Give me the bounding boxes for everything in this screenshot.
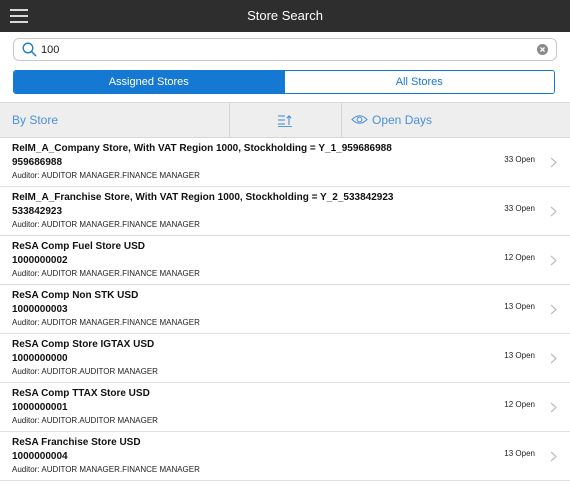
chevron-right-icon <box>550 206 557 217</box>
list-item[interactable]: ReIM_A_Franchise Store, With VAT Region … <box>0 187 570 236</box>
store-name: ReIM_A_Franchise Store, With VAT Region … <box>12 192 394 203</box>
store-list: ReIM_A_Company Store, With VAT Region 10… <box>0 138 570 481</box>
store-auditor: Auditor: AUDITOR.AUDITOR MANAGER <box>12 416 158 425</box>
open-days-label: Open Days <box>372 113 433 127</box>
list-item[interactable]: ReSA Comp TTAX Store USD 1000000001 Audi… <box>0 383 570 432</box>
store-name: ReSA Franchise Store USD <box>12 437 141 448</box>
tab-all-stores[interactable]: All Stores <box>283 71 554 93</box>
store-scope-segmented-control: Assigned Stores All Stores <box>13 70 555 94</box>
store-name: ReSA Comp Non STK USD <box>12 290 139 301</box>
sort-bar: By Store Open Days <box>0 102 570 138</box>
store-id: 1000000001 <box>12 402 68 413</box>
open-days-count: 33 Open <box>504 204 535 213</box>
open-days-count: 33 Open <box>504 155 535 164</box>
title-bar: Store Search <box>0 0 570 32</box>
search-bar <box>13 38 557 61</box>
tab-assigned-stores[interactable]: Assigned Stores <box>14 71 284 93</box>
chevron-right-icon <box>550 157 557 168</box>
list-item[interactable]: ReSA Comp Store IGTAX USD 1000000000 Aud… <box>0 334 570 383</box>
divider <box>341 103 342 138</box>
search-input[interactable] <box>41 41 521 58</box>
list-item[interactable]: ReSA Comp Fuel Store USD 1000000002 Audi… <box>0 236 570 285</box>
store-auditor: Auditor: AUDITOR MANAGER.FINANCE MANAGER <box>12 318 200 327</box>
store-auditor: Auditor: AUDITOR.AUDITOR MANAGER <box>12 367 158 376</box>
store-id: 1000000004 <box>12 451 68 462</box>
eye-icon <box>351 115 368 124</box>
open-days-count: 13 Open <box>504 351 535 360</box>
store-id: 1000000003 <box>12 304 68 315</box>
store-id: 1000000002 <box>12 255 68 266</box>
open-days-count: 12 Open <box>504 400 535 409</box>
store-name: ReSA Comp Fuel Store USD <box>12 241 145 252</box>
open-days-count: 13 Open <box>504 302 535 311</box>
chevron-right-icon <box>550 255 557 266</box>
store-id: 959686988 <box>12 157 63 168</box>
store-name: ReSA Comp Store IGTAX USD <box>12 339 155 350</box>
chevron-right-icon <box>550 353 557 364</box>
store-name: ReSA Comp TTAX Store USD <box>12 388 150 399</box>
store-id: 533842923 <box>12 206 63 217</box>
store-name: ReIM_A_Company Store, With VAT Region 10… <box>12 143 392 154</box>
store-auditor: Auditor: AUDITOR MANAGER.FINANCE MANAGER <box>12 465 200 474</box>
open-days-count: 13 Open <box>504 449 535 458</box>
list-item[interactable]: ReSA Franchise Store USD 1000000004 Audi… <box>0 432 570 481</box>
list-item[interactable]: ReSA Comp Non STK USD 1000000003 Auditor… <box>0 285 570 334</box>
divider <box>229 103 230 138</box>
sort-open-days-button[interactable]: Open Days <box>351 103 432 138</box>
list-item[interactable]: ReIM_A_Company Store, With VAT Region 10… <box>0 138 570 187</box>
store-auditor: Auditor: AUDITOR MANAGER.FINANCE MANAGER <box>12 220 200 229</box>
chevron-right-icon <box>550 451 557 462</box>
search-icon <box>22 42 37 57</box>
open-days-count: 12 Open <box>504 253 535 262</box>
page-title: Store Search <box>247 8 323 23</box>
chevron-right-icon <box>550 402 557 413</box>
clear-icon[interactable] <box>537 44 548 55</box>
sort-ascending-icon[interactable] <box>278 114 292 127</box>
store-id: 1000000000 <box>12 353 68 364</box>
chevron-right-icon <box>550 304 557 315</box>
store-auditor: Auditor: AUDITOR MANAGER.FINANCE MANAGER <box>12 269 200 278</box>
store-auditor: Auditor: AUDITOR MANAGER.FINANCE MANAGER <box>12 171 200 180</box>
sort-by-store-button[interactable]: By Store <box>12 103 58 138</box>
